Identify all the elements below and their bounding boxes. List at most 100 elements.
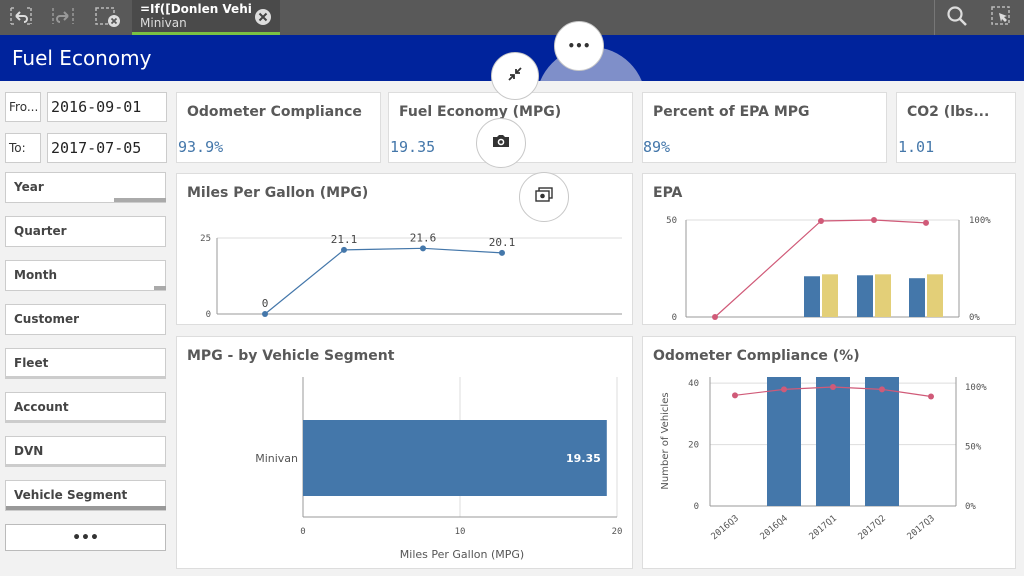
epa-bar-epa	[822, 274, 838, 317]
snapshot-button[interactable]	[476, 118, 526, 168]
toolbar-divider	[934, 0, 935, 35]
y2-tick-label: 0%	[969, 313, 980, 323]
redo-button[interactable]	[42, 0, 84, 35]
epa-percent-point	[818, 217, 824, 224]
x-tick-label: 2016Q4	[759, 514, 790, 543]
date-from-input[interactable]: 2016-09-01	[47, 92, 167, 122]
filter-month[interactable]: Month	[5, 260, 166, 291]
epa-percent-line	[714, 219, 927, 318]
compliance-percent-point	[781, 386, 787, 393]
undo-button[interactable]	[0, 0, 42, 35]
mpg-data-label: 20.1	[489, 236, 516, 249]
image-export-icon	[534, 186, 554, 208]
mpg-data-point	[341, 246, 347, 253]
y2-tick-label: 100%	[965, 383, 987, 393]
export-image-button[interactable]	[519, 172, 569, 222]
filter-year[interactable]: Year	[5, 172, 166, 203]
x-tick-label: 0	[300, 527, 305, 537]
y-axis-title: Number of Vehicles	[660, 392, 671, 489]
y-tick-label: 0	[206, 310, 211, 320]
chart-card-segment[interactable]: MPG - by Vehicle Segment 0 10 20 Minivan 19.…	[176, 336, 633, 569]
mpg-data-label: 21.6	[410, 231, 437, 244]
selection-tab[interactable]: =If([Donlen Vehi... Minivan	[132, 0, 280, 35]
more-options-icon: •••	[567, 39, 591, 53]
smart-select-button[interactable]	[980, 0, 1022, 35]
filter-year-bar	[114, 198, 166, 202]
collapse-arrows-icon	[507, 66, 523, 86]
filter-account[interactable]: Account	[5, 392, 166, 423]
filter-dvn-label: DVN	[14, 444, 44, 458]
x-tick-label: 2016Q3	[710, 514, 741, 543]
clear-selections-icon	[93, 5, 121, 31]
odometer-combo-chart: 0 20 40 0% 50% 100% 2016Q3 2016Q4 2017Q1 2017Q2 20…	[660, 377, 987, 543]
compliance-percent-point	[830, 384, 836, 390]
fullscreen-button[interactable]	[491, 52, 539, 100]
date-to-input[interactable]: 2017-07-05	[47, 133, 167, 163]
mpg-data-point	[499, 249, 505, 256]
filter-fleet-bar	[6, 376, 166, 378]
filter-quarter-label: Quarter	[14, 224, 67, 238]
epa-percent-point	[871, 217, 877, 223]
x-tick-label: 20	[612, 527, 623, 537]
redo-icon	[50, 5, 76, 31]
epa-percent-point	[712, 314, 718, 320]
chart-card-odometer[interactable]: Odometer Compliance (%) 0 20 40 0% 50% 100% 20…	[642, 336, 1016, 569]
kpi-odometer-compliance[interactable]: Odometer Compliance 93.9%	[176, 92, 381, 163]
category-label: Minivan	[255, 452, 298, 465]
filter-dvn[interactable]: DVN	[5, 436, 166, 467]
filter-fleet[interactable]: Fleet	[5, 348, 166, 379]
y-tick-label: 0	[694, 502, 699, 512]
filter-year-label: Year	[14, 180, 44, 194]
camera-icon	[491, 133, 511, 153]
search-button[interactable]	[936, 0, 978, 35]
odometer-bar	[865, 377, 899, 506]
selection-field-expression: =If([Donlen Vehi...	[140, 2, 252, 16]
app-toolbar: =If([Donlen Vehi... Minivan	[0, 0, 1024, 35]
filter-account-label: Account	[14, 400, 69, 414]
mpg-series-line	[264, 247, 503, 315]
odometer-bar	[767, 377, 801, 506]
chart-card-epa[interactable]: EPA 0 50 0% 100%	[642, 173, 1016, 325]
kpi-title: Fuel Economy (MPG)	[399, 104, 562, 120]
y-tick-label: 0	[672, 313, 677, 323]
filter-fleet-label: Fleet	[14, 356, 49, 370]
kpi-value: 1.01	[898, 138, 935, 156]
more-filters-button[interactable]: •••	[5, 524, 166, 551]
compliance-percent-point	[879, 386, 885, 393]
filter-vehicle-segment[interactable]: Vehicle Segment	[5, 480, 166, 511]
x-tick-label: 2017Q3	[906, 514, 937, 543]
y2-tick-label: 50%	[965, 443, 982, 453]
mpg-data-point	[262, 311, 268, 317]
filter-quarter[interactable]: Quarter	[5, 216, 166, 247]
segment-bar	[303, 420, 607, 496]
date-to-row: To: 2017-07-05	[5, 133, 167, 163]
y-tick-label: 50	[666, 216, 677, 226]
clear-selections-button[interactable]	[86, 0, 128, 35]
x-tick-label: 10	[455, 527, 466, 537]
search-icon	[946, 5, 968, 31]
compliance-percent-point	[928, 393, 934, 400]
epa-bar-epa	[927, 274, 943, 317]
epa-percent-point	[923, 219, 929, 226]
filter-month-label: Month	[14, 268, 58, 282]
filter-customer[interactable]: Customer	[5, 304, 166, 335]
odometer-bar	[816, 377, 850, 506]
y-tick-label: 25	[200, 234, 211, 244]
mpg-data-label: 21.1	[331, 233, 358, 246]
kpi-title: CO2 (lbs...	[907, 104, 990, 120]
more-options-button[interactable]: •••	[554, 21, 604, 71]
filter-vehicle-segment-bar	[6, 506, 166, 510]
kpi-value: 93.9%	[178, 138, 224, 156]
filter-dvn-bar	[6, 464, 166, 466]
kpi-value: 89%	[643, 138, 671, 156]
epa-bar-epa	[875, 274, 891, 317]
kpi-co2[interactable]: CO2 (lbs... 1.01	[896, 92, 1016, 163]
kpi-percent-epa[interactable]: Percent of EPA MPG 89%	[642, 92, 887, 163]
y2-tick-label: 100%	[969, 216, 991, 226]
selection-value: Minivan	[140, 16, 187, 30]
filter-month-bar	[154, 286, 166, 290]
clear-selection-icon[interactable]	[254, 8, 272, 30]
epa-combo-chart: 0 50 0% 100%	[666, 216, 991, 323]
epa-bar-actual	[857, 275, 873, 317]
filter-vehicle-segment-label: Vehicle Segment	[14, 488, 128, 502]
